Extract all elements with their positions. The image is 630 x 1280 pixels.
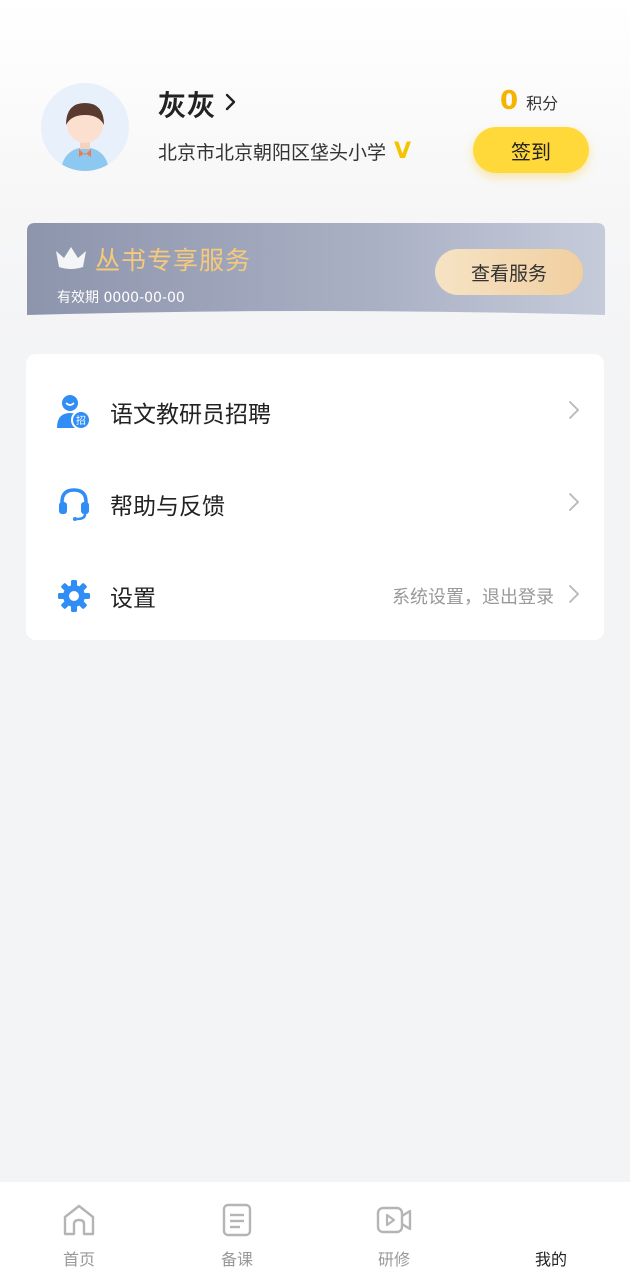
avatar[interactable]: [41, 83, 129, 171]
chevron-right-icon: [568, 492, 580, 516]
headset-icon: [56, 486, 92, 522]
mine-icon: [533, 1202, 569, 1238]
menu-item-description: 系统设置，退出登录: [392, 587, 554, 608]
chevron-right-icon: [224, 92, 238, 116]
verified-badge: V: [394, 139, 412, 164]
tab-training[interactable]: 研修: [349, 1182, 439, 1280]
tab-lesson-prep[interactable]: 备课: [192, 1182, 282, 1280]
points-value: 0: [500, 86, 519, 116]
tab-label: 我的: [534, 1250, 567, 1269]
menu-item-settings[interactable]: 设置 系统设置，退出登录: [26, 550, 604, 642]
username[interactable]: 灰灰: [158, 84, 216, 124]
menu-item-label: 帮助与反馈: [110, 494, 225, 520]
school-row: 北京市北京朝阳区垡头小学 V: [158, 138, 411, 165]
chevron-right-icon: [568, 584, 580, 608]
video-icon: [376, 1202, 412, 1238]
menu-item-label: 设置: [110, 586, 156, 612]
menu-item-help-feedback[interactable]: 帮助与反馈: [26, 458, 604, 550]
points-label: 积分: [526, 94, 559, 113]
bottom-tab-bar: 首页 备课 研修 我的: [0, 1182, 630, 1280]
username-row[interactable]: 灰灰: [158, 84, 238, 124]
school-name: 北京市北京朝阳区垡头小学: [158, 142, 387, 164]
svg-text:招: 招: [76, 414, 86, 427]
menu-list: 招 语文教研员招聘 帮助与反馈 设置 系统设置，退出登录: [26, 354, 604, 640]
vip-title: 丛书专享服务: [95, 246, 252, 275]
chevron-right-icon: [568, 400, 580, 424]
menu-item-label: 语文教研员招聘: [110, 402, 271, 428]
view-service-button[interactable]: 查看服务: [435, 249, 583, 295]
vip-expiry: 有效期 0000-00-00: [57, 290, 185, 306]
points-display: 0 积分: [500, 86, 558, 116]
crown-icon: [54, 245, 88, 275]
tab-label: 首页: [62, 1250, 95, 1269]
home-icon: [61, 1202, 97, 1238]
tab-label: 研修: [377, 1250, 410, 1269]
checkin-button[interactable]: 签到: [473, 127, 589, 173]
profile-header: 灰灰 北京市北京朝阳区垡头小学 V 0 积分 签到: [0, 0, 630, 210]
menu-item-recruit[interactable]: 招 语文教研员招聘: [26, 366, 604, 458]
vip-service-card[interactable]: 丛书专享服务 有效期 0000-00-00 查看服务: [27, 223, 605, 319]
tab-mine[interactable]: 我的: [506, 1182, 596, 1280]
document-icon: [219, 1202, 255, 1238]
tab-label: 备课: [220, 1250, 253, 1269]
tab-home[interactable]: 首页: [34, 1182, 124, 1280]
recruit-person-icon: 招: [56, 394, 92, 430]
gear-icon: [56, 578, 92, 614]
